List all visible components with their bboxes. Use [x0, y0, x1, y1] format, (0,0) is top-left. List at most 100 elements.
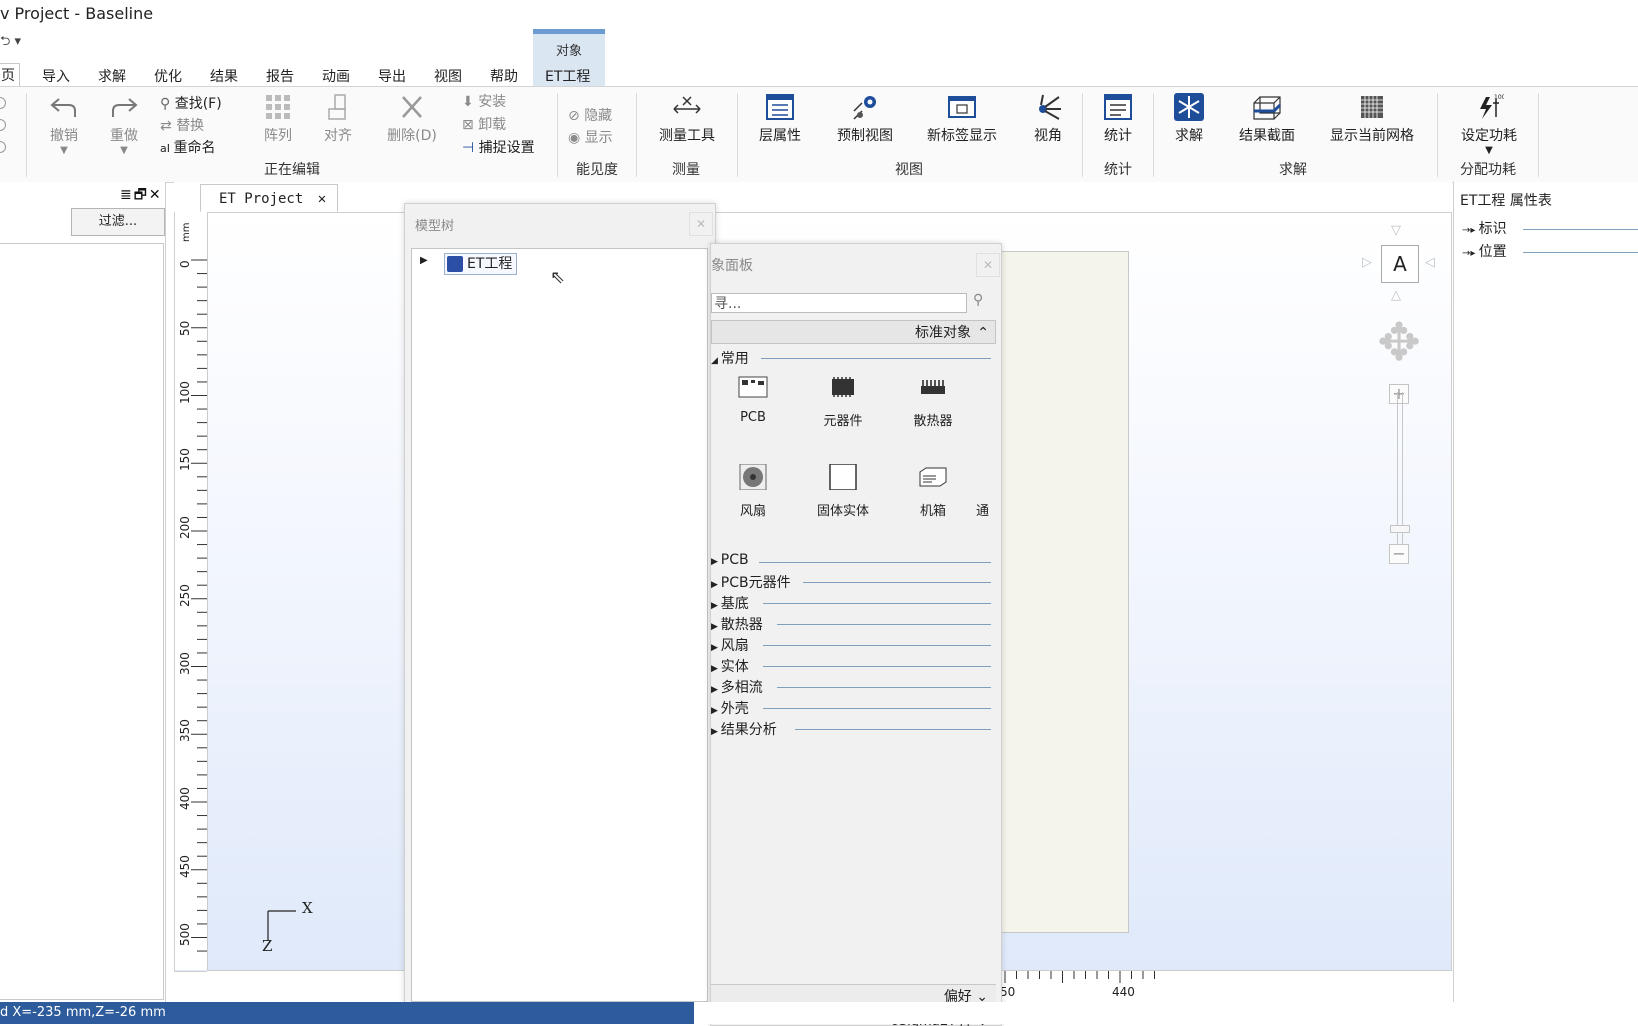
object-solid[interactable]: 固体实体 [803, 464, 883, 519]
category-substrate[interactable]: ▶ 基底 [711, 593, 749, 613]
replace-button[interactable]: ⇄ 替换 [160, 115, 204, 135]
preset-view-icon [853, 96, 876, 120]
object-partial[interactable]: 通 [976, 500, 1006, 519]
align-label: 对齐 [324, 128, 352, 144]
object-heatsink[interactable]: 散热器 [893, 374, 973, 429]
nav-up-arrow[interactable]: ▽ [1391, 223, 1401, 238]
result-section-label: 结果截面 [1239, 128, 1295, 144]
category-result-analysis[interactable]: ▶ 结果分析 [711, 719, 777, 739]
radio-icon[interactable] [0, 97, 6, 109]
model-tree[interactable]: ▶ ET工程 ⇖ [411, 248, 708, 1002]
close-icon[interactable]: ✕ [689, 212, 713, 236]
property-row-identity[interactable]: →▸ 标识 [1462, 218, 1507, 238]
view-angle-button[interactable]: 视角 [1028, 93, 1068, 145]
tab-view[interactable]: 视图 [434, 66, 462, 86]
category-multiphase[interactable]: ▶ 多相流 [711, 677, 763, 697]
category-fan[interactable]: ▶ 风扇 [711, 635, 749, 655]
category-pcb-components[interactable]: ▶ PCB元器件 [711, 572, 791, 592]
tab-animation[interactable]: 动画 [322, 66, 350, 86]
search-icon[interactable]: ⚲ [973, 292, 983, 308]
result-section-button[interactable]: 结果截面 [1234, 93, 1300, 145]
pan-control[interactable]: ✥ [1369, 313, 1429, 373]
measure-label: 测量工具 [659, 128, 715, 144]
model-tree-title: 模型树 [415, 219, 455, 234]
uninstall-button[interactable]: ⊠ 卸载 [462, 114, 506, 134]
tab-optimize[interactable]: 优化 [154, 66, 182, 86]
radio-icon[interactable] [0, 141, 6, 153]
tab-et-project[interactable]: ET工程 [545, 66, 590, 86]
filter-button[interactable]: 过滤... [71, 208, 165, 236]
category-solid[interactable]: ▶ 实体 [711, 656, 749, 676]
chevron-down-icon[interactable]: ▼ [104, 145, 144, 156]
restore-icon[interactable]: 🗗 [134, 187, 149, 203]
category-enclosure[interactable]: ▶ 外壳 [711, 698, 749, 718]
chevron-down-icon[interactable]: ▼ [1456, 145, 1522, 156]
tab-report[interactable]: 报告 [266, 66, 294, 86]
group-separator [737, 93, 738, 177]
measure-tool-button[interactable]: 测量工具 [652, 93, 722, 145]
menu-icon[interactable]: ≣ [120, 187, 134, 203]
document-tab[interactable]: ET Project ✕ [200, 184, 338, 212]
tab-import[interactable]: 导入 [42, 66, 70, 86]
tree-node-et-project[interactable]: ET工程 [444, 253, 518, 275]
common-section-header[interactable]: ◢ 常用 [711, 348, 749, 368]
layer-properties-label: 层属性 [759, 128, 801, 144]
hide-button[interactable]: ⊘ 隐藏 [568, 105, 612, 125]
zoom-out-icon[interactable]: − [1389, 544, 1409, 564]
delete-button[interactable]: 删除(D) [382, 93, 442, 145]
expand-arrow-icon: ▶ [711, 643, 721, 653]
show-current-mesh-button[interactable]: 显示当前网格 [1324, 93, 1420, 145]
array-button[interactable]: 阵列 [258, 93, 298, 145]
rename-button[interactable]: aI 重命名 [160, 137, 215, 157]
undo-icon [50, 98, 76, 117]
undo-button[interactable]: 撤销 ▼ [44, 93, 84, 156]
object-search-input[interactable]: 寻... [711, 293, 967, 313]
rename-icon: aI [160, 142, 174, 155]
set-power-button[interactable]: 100 设定功耗 ▼ [1456, 93, 1522, 156]
object-component[interactable]: 元器件 [803, 374, 883, 429]
tab-export[interactable]: 导出 [378, 66, 406, 86]
view-cube[interactable]: A [1381, 245, 1419, 283]
layer-properties-button[interactable]: 层属性 [752, 93, 808, 145]
statistics-button[interactable]: 统计 [1098, 93, 1138, 145]
new-label-display-button[interactable]: 新标签显示 [922, 93, 1002, 145]
expand-arrow-icon: ▶ [711, 580, 721, 590]
tab-help[interactable]: 帮助 [490, 66, 518, 86]
left-list[interactable] [0, 243, 164, 1000]
object-fan[interactable]: 风扇 [713, 464, 793, 519]
standard-objects-header[interactable]: 标准对象 ⌃ [711, 320, 996, 344]
divider [795, 729, 991, 730]
close-icon[interactable]: ✕ [149, 187, 163, 203]
collapse-arrow-icon: ◢ [711, 356, 721, 366]
tab-results[interactable]: 结果 [210, 66, 238, 86]
pane-controls[interactable]: ≣🗗✕ [120, 184, 163, 208]
category-heatsink[interactable]: ▶ 散热器 [711, 614, 763, 634]
object-chassis[interactable]: 机箱 [893, 464, 973, 519]
tab-home[interactable]: 页 [0, 63, 20, 88]
preset-view-button[interactable]: 预制视图 [832, 93, 898, 145]
nav-down-arrow[interactable]: △ [1391, 288, 1401, 303]
model-tree-panel: 模型树 ✕ ▶ ET工程 ⇖ [404, 203, 716, 1005]
find-button[interactable]: ⚲ 查找(F) [160, 93, 222, 113]
snap-settings-button[interactable]: ⊣ 捕捉设置 [462, 137, 535, 157]
show-button[interactable]: ◉ 显示 [568, 127, 613, 147]
zoom-slider-handle[interactable] [1390, 525, 1410, 533]
property-row-position[interactable]: →▸ 位置 [1462, 241, 1507, 261]
close-icon[interactable]: ✕ [318, 191, 326, 207]
nav-left-arrow[interactable]: ▷ [1362, 255, 1372, 270]
object-pcb[interactable]: PCB [713, 374, 793, 425]
chevron-up-icon[interactable]: ⌃ [977, 321, 989, 345]
radio-icon[interactable] [0, 119, 6, 131]
close-icon[interactable]: ✕ [976, 253, 1000, 277]
install-button[interactable]: ⬇ 安装 [462, 91, 506, 111]
tab-solve[interactable]: 求解 [98, 66, 126, 86]
expand-arrow-icon[interactable]: ▶ [420, 255, 428, 266]
align-button[interactable]: 对齐 [318, 93, 358, 145]
category-pcb[interactable]: ▶ PCB [711, 552, 749, 568]
component-icon [832, 377, 854, 397]
solve-button[interactable]: 求解 [1168, 93, 1210, 145]
redo-button[interactable]: 重做 ▼ [104, 93, 144, 156]
quick-access-toolbar[interactable]: ⮌ ▾ [0, 32, 21, 54]
nav-right-arrow[interactable]: ◁ [1425, 255, 1435, 270]
chevron-down-icon[interactable]: ▼ [44, 145, 84, 156]
